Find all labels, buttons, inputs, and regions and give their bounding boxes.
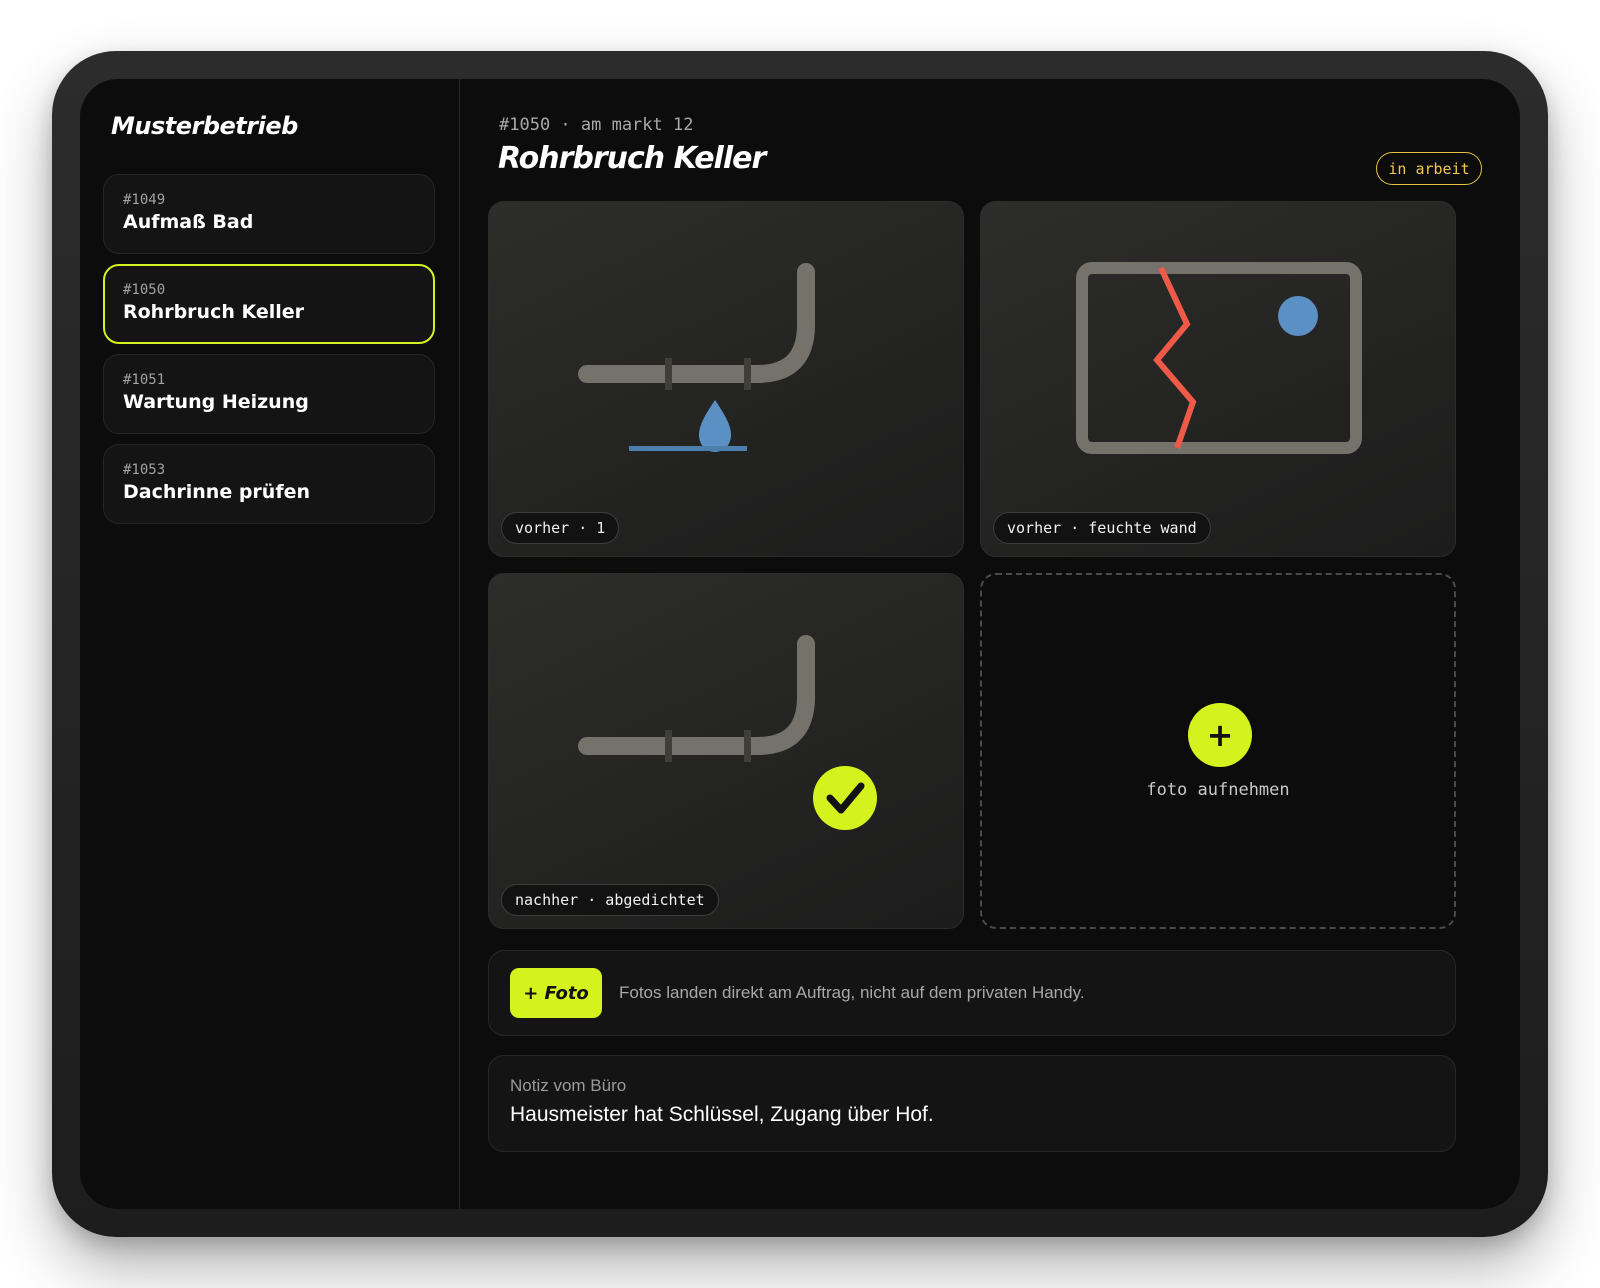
job-title: Rohrbruch Keller [123, 301, 305, 323]
add-photo-tile[interactable]: + foto aufnehmen [980, 573, 1456, 929]
status-badge: in arbeit [1376, 152, 1482, 185]
job-item-1049[interactable]: #1049 Aufmaß Bad [103, 174, 435, 254]
note-label: Notiz vom Büro [510, 1076, 627, 1095]
photo-tile-before-2[interactable]: vorher · feuchte wand [980, 201, 1456, 557]
photo-hint-text: Fotos landen direkt am Auftrag, nicht au… [619, 983, 1085, 1002]
job-number: #1051 [123, 372, 166, 388]
note-text: Hausmeister hat Schlüssel, Zugang über H… [510, 1103, 934, 1126]
app-screen: Musterbetrieb #1049 Aufmaß Bad #1050 Roh… [80, 79, 1520, 1209]
office-note: Notiz vom Büro Hausmeister hat Schlüssel… [488, 1055, 1456, 1152]
job-title: Aufmaß Bad [123, 211, 254, 233]
plus-icon[interactable]: + [1188, 703, 1252, 767]
photo-tile-before-1[interactable]: vorher · 1 [488, 201, 964, 557]
photo-caption: nachher · abgedichtet [501, 884, 719, 916]
add-photo-label: foto aufnehmen [1146, 780, 1290, 800]
sealed-pipe-icon [578, 635, 877, 830]
job-title: Dachrinne prüfen [123, 481, 310, 503]
job-number: #1049 [123, 192, 166, 208]
page-title: Rohrbruch Keller [498, 141, 766, 176]
photo-caption: vorher · 1 [501, 512, 620, 544]
cracked-wall-icon [1076, 262, 1362, 454]
photo-tile-after[interactable]: nachher · abgedichtet [488, 573, 964, 929]
sidebar: Musterbetrieb #1049 Aufmaß Bad #1050 Roh… [80, 79, 460, 1209]
tablet-frame: Musterbetrieb #1049 Aufmaß Bad #1050 Roh… [52, 51, 1548, 1237]
leaking-pipe-icon [578, 263, 815, 452]
job-item-1053[interactable]: #1053 Dachrinne prüfen [103, 444, 435, 524]
photo-caption: vorher · feuchte wand [993, 512, 1211, 544]
checkmark-icon [813, 766, 877, 830]
job-number: #1053 [123, 462, 166, 478]
job-subtitle: #1050 · am markt 12 [499, 115, 694, 135]
job-number: #1050 [123, 282, 166, 298]
photo-action-bar: + Foto Fotos landen direkt am Auftrag, n… [488, 950, 1456, 1036]
brand-logo: Musterbetrieb [111, 112, 298, 140]
job-item-1050[interactable]: #1050 Rohrbruch Keller [103, 264, 435, 344]
job-title: Wartung Heizung [123, 391, 309, 413]
add-photo-button[interactable]: + Foto [510, 968, 602, 1018]
job-item-1051[interactable]: #1051 Wartung Heizung [103, 354, 435, 434]
